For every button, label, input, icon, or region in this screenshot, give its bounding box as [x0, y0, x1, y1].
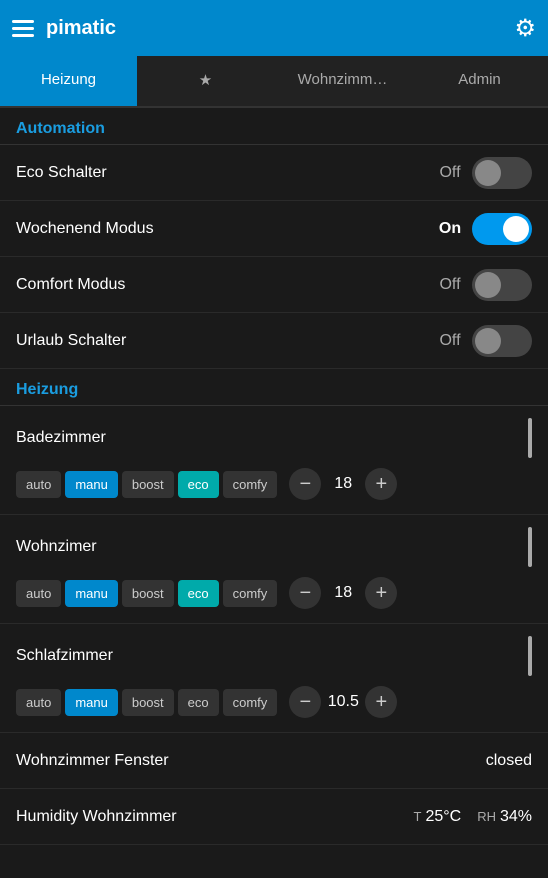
eco-schalter-row: Eco Schalter Off — [0, 145, 548, 201]
badezimmer-eco-btn[interactable]: eco — [178, 471, 219, 498]
wohnzimer-scroll-indicator — [528, 527, 532, 567]
tab-heizung[interactable]: Heizung — [0, 56, 137, 106]
hamburger-menu-icon[interactable] — [12, 20, 34, 37]
urlaub-schalter-state: Off — [436, 332, 464, 350]
schlafzimmer-auto-btn[interactable]: auto — [16, 689, 61, 716]
wohnzimer-temp-increase-btn[interactable]: + — [365, 577, 397, 609]
schlafzimmer-temp-increase-btn[interactable]: + — [365, 686, 397, 718]
badezimmer-temp-control: − 18 + — [289, 468, 397, 500]
wohnzimer-header: Wohnzimer — [16, 527, 532, 567]
wohnzimer-controls: auto manu boost eco comfy − 18 + — [16, 577, 532, 609]
wohnzimer-comfy-btn[interactable]: comfy — [223, 580, 278, 607]
wohnzimmer-fenster-value: closed — [486, 752, 532, 770]
app-header: pimatic ⚙ — [0, 0, 548, 56]
schlafzimmer-scroll-indicator — [528, 636, 532, 676]
eco-schalter-state: Off — [436, 164, 464, 182]
tab-admin[interactable]: Admin — [411, 56, 548, 106]
humidity-wohnzimmer-label: Humidity Wohnzimmer — [16, 808, 413, 826]
schlafzimmer-header: Schlafzimmer — [16, 636, 532, 676]
wochenend-modus-knob — [503, 216, 529, 242]
badezimmer-manu-btn[interactable]: manu — [65, 471, 118, 498]
badezimmer-controls: auto manu boost eco comfy − 18 + — [16, 468, 532, 500]
urlaub-schalter-row: Urlaub Schalter Off — [0, 313, 548, 369]
wohnzimer-auto-btn[interactable]: auto — [16, 580, 61, 607]
badezimmer-temp-decrease-btn[interactable]: − — [289, 468, 321, 500]
badezimmer-temp-value: 18 — [327, 475, 359, 493]
wohnzimer-manu-btn[interactable]: manu — [65, 580, 118, 607]
wochenend-modus-control: On — [436, 213, 532, 245]
automation-section-header: Automation — [0, 108, 548, 145]
badezimmer-temp-increase-btn[interactable]: + — [365, 468, 397, 500]
wohnzimer-eco-btn[interactable]: eco — [178, 580, 219, 607]
schlafzimmer-temp-control: − 10.5 + — [289, 686, 397, 718]
humidity-temp-value: 25°C — [425, 808, 461, 826]
wohnzimer-name: Wohnzimer — [16, 538, 97, 556]
schlafzimmer-manu-btn[interactable]: manu — [65, 689, 118, 716]
schlafzimmer-controls: auto manu boost eco comfy − 10.5 + — [16, 686, 532, 718]
humidity-rh-icon: RH — [477, 809, 496, 824]
wohnzimer-temp-decrease-btn[interactable]: − — [289, 577, 321, 609]
gear-icon[interactable]: ⚙ — [514, 14, 536, 43]
comfort-modus-row: Comfort Modus Off — [0, 257, 548, 313]
wohnzimer-boost-btn[interactable]: boost — [122, 580, 174, 607]
eco-schalter-knob — [475, 160, 501, 186]
badezimmer-name: Badezimmer — [16, 429, 106, 447]
wohnzimmer-fenster-label: Wohnzimmer Fenster — [16, 752, 169, 770]
badezimmer-header: Badezimmer — [16, 418, 532, 458]
wochenend-modus-row: Wochenend Modus On — [0, 201, 548, 257]
schlafzimmer-temp-decrease-btn[interactable]: − — [289, 686, 321, 718]
wochenend-modus-label: Wochenend Modus — [16, 220, 154, 238]
badezimmer-boost-btn[interactable]: boost — [122, 471, 174, 498]
comfort-modus-toggle[interactable] — [472, 269, 532, 301]
schlafzimmer-name: Schlafzimmer — [16, 647, 113, 665]
schlafzimmer-eco-btn[interactable]: eco — [178, 689, 219, 716]
header-left: pimatic — [12, 17, 116, 40]
urlaub-schalter-toggle[interactable] — [472, 325, 532, 357]
heizung-section-header: Heizung — [0, 369, 548, 406]
wohnzimer-temp-value: 18 — [327, 584, 359, 602]
comfort-modus-state: Off — [436, 276, 464, 294]
urlaub-schalter-label: Urlaub Schalter — [16, 332, 126, 350]
eco-schalter-control: Off — [436, 157, 532, 189]
comfort-modus-label: Comfort Modus — [16, 276, 125, 294]
badezimmer-comfy-btn[interactable]: comfy — [223, 471, 278, 498]
schlafzimmer-block: Schlafzimmer auto manu boost eco comfy −… — [0, 624, 548, 733]
eco-schalter-label: Eco Schalter — [16, 164, 107, 182]
badezimmer-auto-btn[interactable]: auto — [16, 471, 61, 498]
wohnzimmer-fenster-row: Wohnzimmer Fenster closed — [0, 733, 548, 789]
app-title: pimatic — [46, 17, 116, 40]
wochenend-modus-toggle[interactable] — [472, 213, 532, 245]
schlafzimmer-comfy-btn[interactable]: comfy — [223, 689, 278, 716]
tab-bar: Heizung ★ Wohnzimm… Admin — [0, 56, 548, 108]
badezimmer-block: Badezimmer auto manu boost eco comfy − 1… — [0, 406, 548, 515]
urlaub-schalter-knob — [475, 328, 501, 354]
humidity-rh-value: 34% — [500, 808, 532, 826]
humidity-t-icon: T — [413, 809, 421, 824]
schlafzimmer-temp-value: 10.5 — [327, 693, 359, 711]
tab-wohnzimmer[interactable]: Wohnzimm… — [274, 56, 411, 106]
urlaub-schalter-control: Off — [436, 325, 532, 357]
comfort-modus-control: Off — [436, 269, 532, 301]
tab-favorites[interactable]: ★ — [137, 56, 274, 106]
wohnzimer-temp-control: − 18 + — [289, 577, 397, 609]
comfort-modus-knob — [475, 272, 501, 298]
wochenend-modus-state: On — [436, 220, 464, 238]
eco-schalter-toggle[interactable] — [472, 157, 532, 189]
wohnzimer-block: Wohnzimer auto manu boost eco comfy − 18… — [0, 515, 548, 624]
humidity-wohnzimmer-row: Humidity Wohnzimmer T 25°C RH 34% — [0, 789, 548, 845]
schlafzimmer-boost-btn[interactable]: boost — [122, 689, 174, 716]
badezimmer-scroll-indicator — [528, 418, 532, 458]
